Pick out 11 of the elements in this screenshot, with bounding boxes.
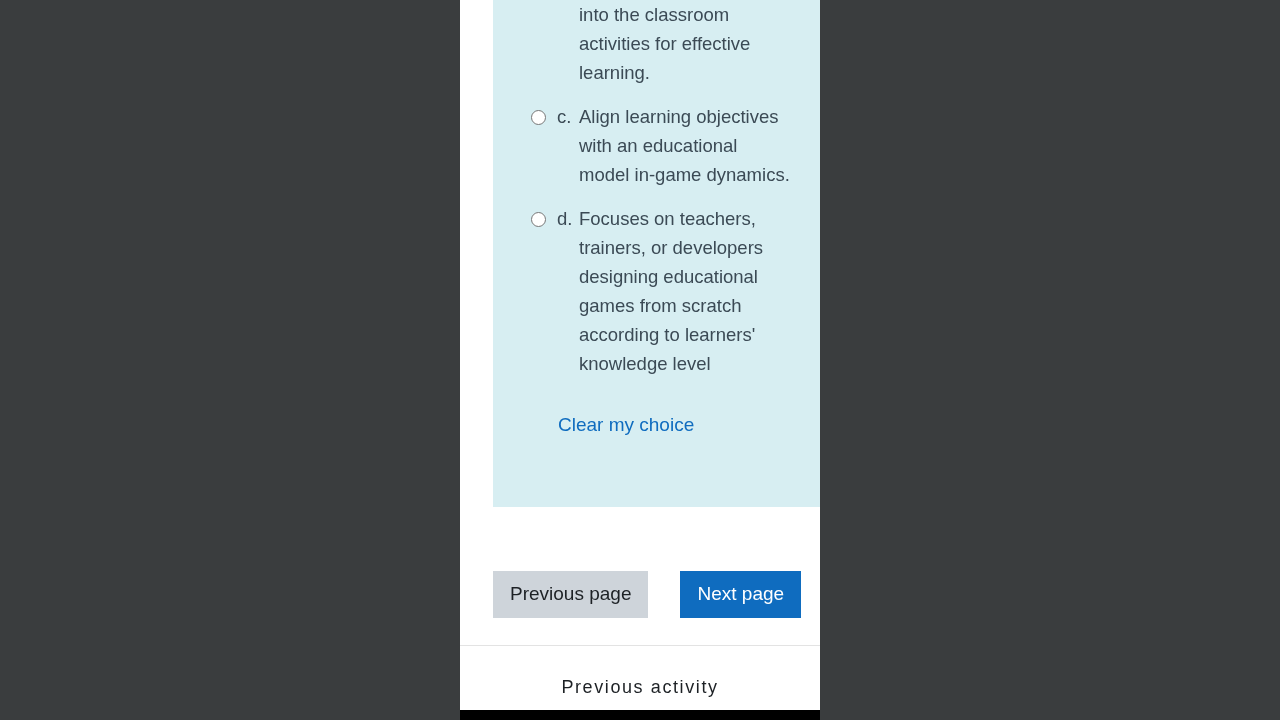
- option-text: Focuses on teachers, trainers, or developers designing educational games from scratch according to learners' knowledge level: [579, 207, 765, 376]
- previous-page-button[interactable]: Previous page: [493, 571, 649, 618]
- option-letter: c.: [557, 105, 573, 129]
- option-letter: d.: [557, 207, 574, 231]
- option-text: into the classroom activities for effective learning.: [579, 3, 752, 85]
- next-page-button[interactable]: Next page: [680, 571, 802, 618]
- radio-button[interactable]: [531, 212, 546, 227]
- previous-activity-link[interactable]: Previous activity: [561, 676, 719, 697]
- radio-button[interactable]: [531, 110, 546, 125]
- option-text: Align learning objectives with an educational model in-game dynamics.: [579, 105, 791, 187]
- clear-choice-link[interactable]: Clear my choice: [558, 411, 695, 440]
